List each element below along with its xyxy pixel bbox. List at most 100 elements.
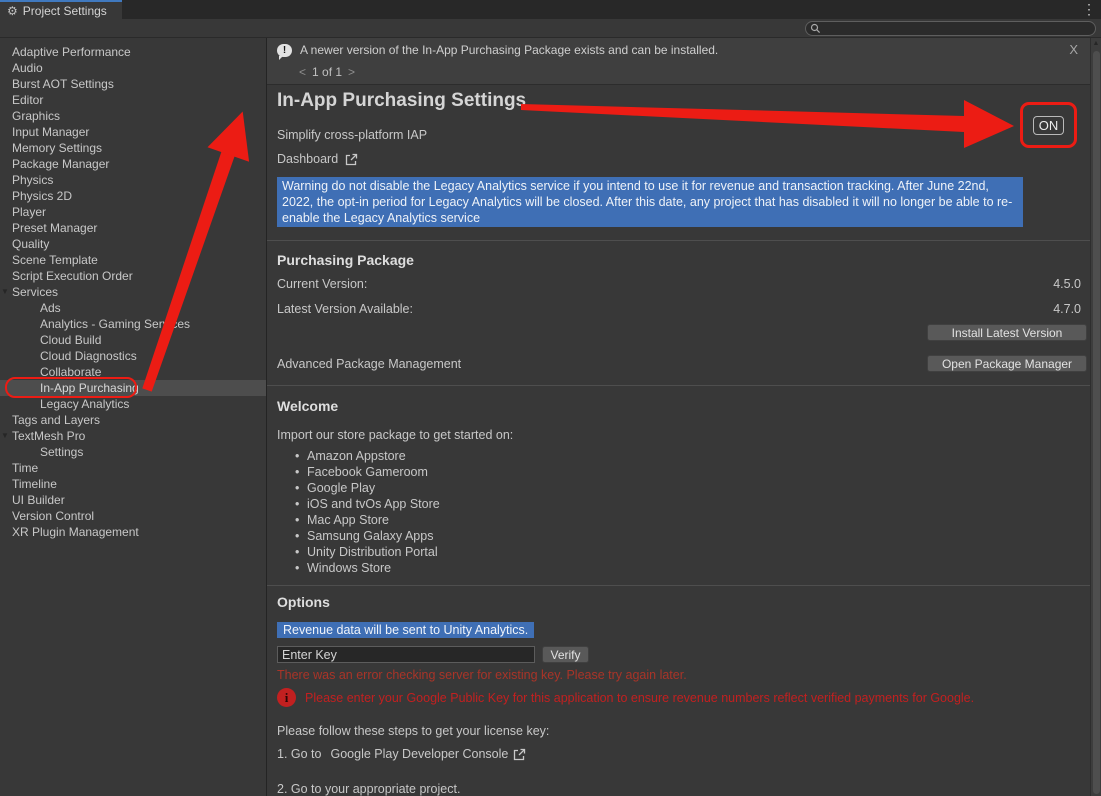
steps-intro: Please follow these steps to get your li… [277,724,549,738]
tab-project-settings[interactable]: ⚙ Project Settings [0,0,122,19]
sidebar-item[interactable]: Package Manager [0,156,266,172]
section-divider [267,585,1090,586]
sidebar-item-label: Ads [40,301,61,315]
sidebar-item-label: Graphics [12,109,60,123]
sidebar-item[interactable]: Player [0,204,266,220]
welcome-intro: Import our store package to get started … [277,428,513,442]
sidebar-item[interactable]: Memory Settings [0,140,266,156]
pager-next-icon[interactable]: > [348,65,355,79]
section-divider [267,385,1090,386]
current-version-label: Current Version: [277,277,367,291]
sidebar-item[interactable]: Editor [0,92,266,108]
store-list-item: Google Play [295,480,440,496]
error-info-icon: i [277,688,296,707]
sidebar-item-label: Burst AOT Settings [12,77,114,91]
store-list-item: Facebook Gameroom [295,464,440,480]
sidebar-item[interactable]: Legacy Analytics [0,396,266,412]
open-package-manager-button[interactable]: Open Package Manager [927,355,1087,372]
notification-banner: ! A newer version of the In-App Purchasi… [267,38,1090,85]
sidebar-item[interactable]: Settings [0,444,266,460]
sidebar-item[interactable]: TextMesh Pro [0,428,266,444]
sidebar-item-label: Audio [12,61,43,75]
sidebar-item[interactable]: Tags and Layers [0,412,266,428]
sidebar-item[interactable]: Scene Template [0,252,266,268]
sidebar-item[interactable]: Physics [0,172,266,188]
step-1-prefix: 1. Go to [277,747,321,761]
window-title: Project Settings [23,4,107,18]
sidebar-item-label: Services [12,285,58,299]
notification-text: A newer version of the In-App Purchasing… [300,43,718,57]
google-key-warning-row: i Please enter your Google Public Key fo… [277,688,974,707]
pager-prev-icon[interactable]: < [299,65,306,79]
sidebar-item-label: In-App Purchasing [40,381,139,395]
sidebar-item-label: Physics 2D [12,189,72,203]
sidebar-item-label: Preset Manager [12,221,97,235]
sidebar-item[interactable]: Graphics [0,108,266,124]
sidebar-item[interactable]: UI Builder [0,492,266,508]
iap-toggle-button[interactable]: ON [1033,116,1065,135]
sidebar-item[interactable]: XR Plugin Management [0,524,266,540]
kebab-menu-icon[interactable]: ⋮ [1082,1,1096,18]
sidebar-item-label: Timeline [12,477,57,491]
sidebar-item[interactable]: Version Control [0,508,266,524]
sidebar-item[interactable]: In-App Purchasing [0,380,266,396]
foldout-icon[interactable] [1,284,11,300]
sidebar-item[interactable]: Cloud Build [0,332,266,348]
sidebar-item[interactable]: Quality [0,236,266,252]
tab-bar: ⚙ Project Settings ⋮ [0,0,1101,19]
sidebar-item[interactable]: Physics 2D [0,188,266,204]
google-key-warning-text: Please enter your Google Public Key for … [305,691,974,705]
store-list-item: Windows Store [295,560,440,576]
sidebar-item[interactable]: Script Execution Order [0,268,266,284]
search-box [805,21,1096,36]
close-icon[interactable]: X [1069,42,1078,57]
purchasing-package-heading: Purchasing Package [277,252,414,268]
sidebar-item[interactable]: Cloud Diagnostics [0,348,266,364]
sidebar-item-label: XR Plugin Management [12,525,139,539]
sidebar-item[interactable]: Audio [0,60,266,76]
search-icon [810,23,821,34]
sidebar-item-label: Editor [12,93,43,107]
key-entry-row: Verify [277,646,589,663]
simplify-iap-label: Simplify cross-platform IAP [277,128,427,142]
sidebar-item-label: Quality [12,237,49,251]
sidebar-item[interactable]: Time [0,460,266,476]
scrollbar-thumb[interactable] [1093,51,1100,794]
step-2-row: 2. Go to your appropriate project. [277,782,460,796]
google-key-input[interactable] [277,646,535,663]
pager-label: 1 of 1 [312,65,342,79]
foldout-icon[interactable] [1,428,11,444]
sidebar-item[interactable]: Services [0,284,266,300]
settings-content: ! A newer version of the In-App Purchasi… [267,38,1090,796]
sidebar-item[interactable]: Ads [0,300,266,316]
sidebar-item[interactable]: Collaborate [0,364,266,380]
store-list-item: iOS and tvOs App Store [295,496,440,512]
sidebar-item[interactable]: Adaptive Performance [0,44,266,60]
sidebar-item[interactable]: Timeline [0,476,266,492]
sidebar-item-label: Collaborate [40,365,101,379]
project-settings-window: ⚙ Project Settings ⋮ Adaptive Performanc… [0,0,1101,796]
install-latest-version-button[interactable]: Install Latest Version [927,324,1087,341]
verify-button[interactable]: Verify [542,646,589,663]
sidebar-item[interactable]: Analytics - Gaming Services [0,316,266,332]
analytics-note: Revenue data will be sent to Unity Analy… [277,622,534,638]
section-divider [267,240,1090,241]
page-title: In-App Purchasing Settings [277,90,526,112]
sidebar-item-label: Script Execution Order [12,269,133,283]
legacy-analytics-warning: Warning do not disable the Legacy Analyt… [277,177,1023,227]
dashboard-link[interactable]: Dashboard [277,152,358,166]
sidebar-item[interactable]: Burst AOT Settings [0,76,266,92]
google-play-console-link[interactable]: Google Play Developer Console [330,747,508,761]
current-version-value: 4.5.0 [1053,277,1081,291]
gear-icon: ⚙ [7,5,18,17]
sidebar-item[interactable]: Input Manager [0,124,266,140]
sidebar-item-label: Memory Settings [12,141,102,155]
latest-version-label: Latest Version Available: [277,302,413,316]
toolbar [0,19,1101,38]
sidebar-item[interactable]: Preset Manager [0,220,266,236]
scroll-up-icon[interactable]: ▲ [1091,40,1101,47]
latest-version-value: 4.7.0 [1053,302,1081,316]
sidebar-item-label: Cloud Diagnostics [40,349,137,363]
sidebar-item-label: TextMesh Pro [12,429,85,443]
search-input[interactable] [824,23,1091,35]
